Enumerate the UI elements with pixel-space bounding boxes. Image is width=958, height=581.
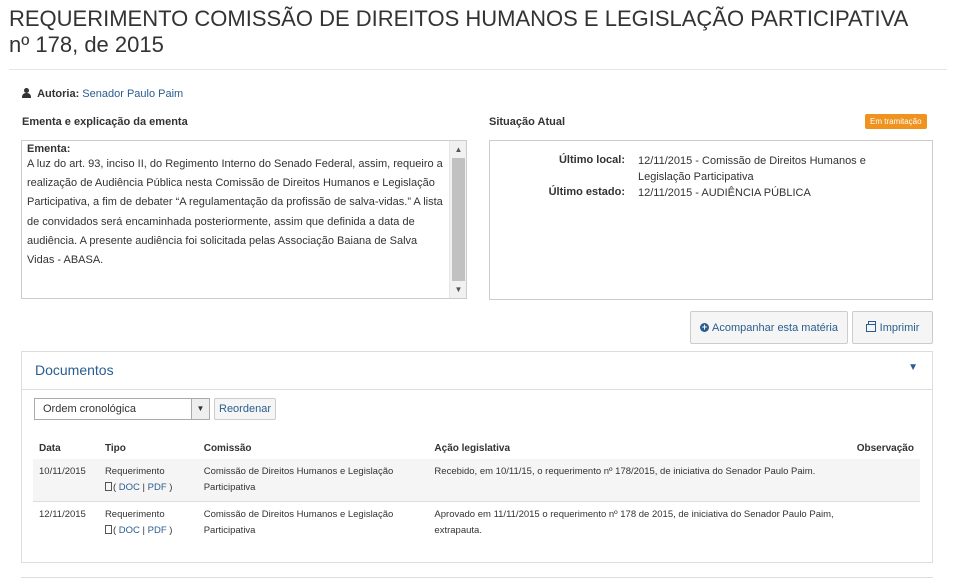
order-select[interactable]: Ordem cronológica ▼ bbox=[34, 398, 210, 420]
documentos-table: Data Tipo Comissão Ação legislativa Obse… bbox=[33, 437, 920, 546]
ultimo-local-value: 12/11/2015 - Comissão de Direitos Humano… bbox=[638, 155, 866, 183]
doc-links: ( DOC | PDF ) bbox=[104, 482, 172, 493]
col-acao: Ação legislativa bbox=[434, 442, 511, 454]
page-title-line2: nº 178, de 2015 bbox=[9, 32, 164, 57]
cell-acao: Recebido, em 10/11/15, o requerimento nº… bbox=[428, 459, 851, 502]
pdf-link[interactable]: PDF bbox=[148, 482, 167, 493]
scroll-down-icon[interactable]: ▼ bbox=[450, 281, 467, 298]
table-row: 10/11/2015 Requerimento ( DOC | PDF ) Co… bbox=[33, 459, 920, 502]
cell-observacao bbox=[850, 459, 920, 502]
autoria-label: Autoria: bbox=[37, 88, 80, 100]
table-row: 12/11/2015 Requerimento ( DOC | PDF ) Co… bbox=[33, 501, 920, 546]
ultimo-estado-value: 12/11/2015 - AUDIÊNCIA PÚBLICA bbox=[638, 187, 811, 199]
plus-circle-icon: + bbox=[700, 322, 710, 332]
col-comissao: Comissão bbox=[203, 442, 252, 454]
ementa-scrollbar[interactable]: ▲ ▼ bbox=[449, 141, 466, 298]
cell-acao: Aprovado em 11/11/2015 o requerimento nº… bbox=[428, 501, 851, 546]
user-icon bbox=[22, 88, 31, 98]
imprimir-button[interactable]: Imprimir bbox=[852, 311, 933, 344]
acompanhar-label: Acompanhar esta matéria bbox=[712, 321, 838, 334]
cell-tipo: Requerimento ( DOC | PDF ) bbox=[98, 459, 198, 502]
ementa-content: Ementa: A luz do art. 93, inciso II, do … bbox=[27, 143, 447, 270]
scroll-thumb[interactable] bbox=[452, 158, 465, 281]
cell-comissao: Comissão de Direitos Humanos e Legislaçã… bbox=[197, 501, 429, 546]
ultimo-local-label: Último local: bbox=[558, 154, 625, 166]
cell-comissao: Comissão de Direitos Humanos e Legislaçã… bbox=[197, 459, 429, 502]
order-select-value: Ordem cronológica bbox=[43, 403, 136, 415]
imprimir-label: Imprimir bbox=[879, 321, 920, 334]
cell-data: 10/11/2015 bbox=[33, 459, 99, 502]
cell-data: 12/11/2015 bbox=[33, 501, 99, 546]
table-header-row: Data Tipo Comissão Ação legislativa Obse… bbox=[33, 437, 920, 459]
title-divider bbox=[9, 69, 947, 70]
doc-links: ( DOC | PDF ) bbox=[104, 525, 172, 536]
acompanhar-button[interactable]: + Acompanhar esta matéria bbox=[690, 311, 848, 344]
documentos-panel-header[interactable]: Documentos ▼ bbox=[22, 352, 932, 390]
document-icon bbox=[104, 482, 112, 491]
col-data: Data bbox=[39, 442, 61, 454]
col-observacao: Observação bbox=[856, 442, 914, 454]
doc-link[interactable]: DOC bbox=[119, 482, 140, 493]
situacao-box: Último local: 12/11/2015 - Comissão de D… bbox=[489, 140, 933, 300]
tipo-text: Requerimento bbox=[104, 509, 165, 520]
ementa-section-label: Ementa e explicação da ementa bbox=[22, 116, 188, 128]
status-badge: Em tramitação bbox=[865, 114, 927, 129]
ementa-heading: Ementa: bbox=[27, 143, 71, 155]
page-title-line1: REQUERIMENTO COMISSÃO DE DIREITOS HUMANO… bbox=[9, 6, 909, 31]
author-link[interactable]: Senador Paulo Paim bbox=[82, 88, 183, 100]
next-panel-edge bbox=[21, 577, 933, 578]
situacao-section-label: Situação Atual bbox=[489, 116, 565, 128]
documentos-title: Documentos bbox=[35, 362, 114, 378]
print-icon bbox=[865, 320, 876, 332]
scroll-up-icon[interactable]: ▲ bbox=[450, 141, 467, 158]
ultimo-estado-label: Último estado: bbox=[548, 186, 625, 198]
pdf-link[interactable]: PDF bbox=[148, 525, 167, 536]
ementa-textbox[interactable]: Ementa: A luz do art. 93, inciso II, do … bbox=[21, 140, 467, 299]
document-icon bbox=[104, 525, 112, 534]
cell-tipo: Requerimento ( DOC | PDF ) bbox=[98, 501, 198, 546]
chevron-down-icon[interactable]: ▼ bbox=[191, 399, 209, 419]
autoria-line: Autoria: Senador Paulo Paim bbox=[22, 88, 183, 100]
ementa-text: A luz do art. 93, inciso II, do Regiment… bbox=[27, 158, 443, 267]
doc-link[interactable]: DOC bbox=[119, 525, 140, 536]
cell-observacao bbox=[850, 501, 920, 546]
page-title: REQUERIMENTO COMISSÃO DE DIREITOS HUMANO… bbox=[9, 6, 949, 58]
tipo-text: Requerimento bbox=[104, 466, 165, 477]
collapse-caret-icon[interactable]: ▼ bbox=[908, 362, 918, 373]
reordenar-button[interactable]: Reordenar bbox=[214, 398, 276, 420]
col-tipo: Tipo bbox=[104, 442, 126, 454]
